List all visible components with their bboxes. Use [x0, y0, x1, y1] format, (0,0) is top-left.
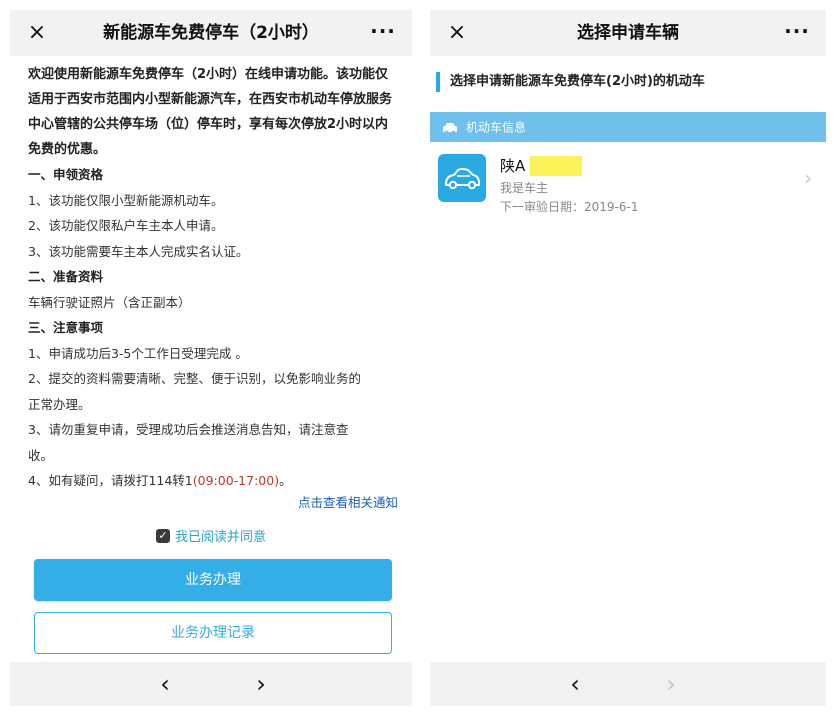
- intro-text: 欢迎使用新能源车免费停车（2小时）在线申请功能。该功能仅适用于西安市范围内小型新…: [28, 67, 393, 157]
- right-panel: × 选择申请车辆 ··· 选择申请新能源车免费停车(2小时)的机动车 机动车信息…: [430, 0, 826, 720]
- car-mini-icon: [443, 122, 457, 133]
- left-title-bar: × 新能源车免费停车（2小时） ···: [10, 10, 412, 56]
- hotline-text: 4、如有疑问，请拨打114转1: [28, 473, 193, 488]
- apply-button[interactable]: 业务办理: [34, 559, 392, 601]
- bottom-nav: ‹ ›: [430, 662, 826, 706]
- back-arrow-icon[interactable]: ‹: [560, 662, 590, 706]
- plate-redaction: [530, 156, 582, 176]
- plate-number: 陕A: [500, 157, 526, 175]
- list-item: 车辆行驶证照片（含正副本）: [28, 294, 191, 310]
- hotline-suffix: 。: [279, 473, 292, 488]
- hotline-item: 4、如有疑问，请拨打114转1(09:00-17:00)。: [28, 468, 398, 494]
- close-icon[interactable]: ×: [24, 20, 50, 46]
- page-title: 新能源车免费停车（2小时）: [103, 23, 319, 43]
- list-item: 3、请勿重复申请，受理成功后会推送消息告知，请注意查: [28, 422, 349, 437]
- list-item: 3、该功能需要车主本人完成实名认证。: [28, 243, 249, 259]
- right-title-bar: × 选择申请车辆 ···: [430, 10, 826, 56]
- list-item: 正常办理。: [28, 396, 91, 412]
- list-item: 1、该功能仅限小型新能源机动车。: [28, 192, 224, 208]
- section-heading: 三、注意事项: [28, 320, 104, 335]
- owner-label: 我是车主: [500, 181, 549, 195]
- list-item: 2、该功能仅限私户车主本人申请。: [28, 218, 224, 233]
- instructions: 欢迎使用新能源车免费停车（2小时）在线申请功能。该功能仅适用于西安市范围内小型新…: [28, 62, 398, 494]
- chevron-right-icon: ›: [804, 166, 812, 190]
- hotline-hours: (09:00-17:00): [192, 473, 280, 488]
- back-arrow-icon[interactable]: ‹: [150, 662, 180, 706]
- records-button[interactable]: 业务办理记录: [34, 612, 392, 654]
- section-title: 选择申请新能源车免费停车(2小时)的机动车: [436, 72, 705, 92]
- list-item: 2、提交的资料需要清晰、完整、便于识别，以免影响业务的: [28, 371, 361, 386]
- forward-arrow-icon: ›: [666, 670, 676, 698]
- more-icon[interactable]: ···: [368, 20, 398, 46]
- vehicle-info-label: 机动车信息: [466, 120, 527, 135]
- list-item: 收。: [28, 447, 54, 463]
- more-icon[interactable]: ···: [782, 20, 812, 46]
- agreement-row[interactable]: ✓ 我已阅读并同意: [10, 526, 412, 548]
- list-item: 1、申请成功后3-5个工作日受理完成 。: [28, 345, 248, 361]
- car-icon: [438, 154, 486, 202]
- forward-arrow-icon[interactable]: ›: [246, 662, 276, 706]
- section-heading: 二、准备资料: [28, 269, 104, 284]
- bottom-nav: ‹ ›: [10, 662, 412, 706]
- agreement-label[interactable]: 我已阅读并同意: [175, 530, 266, 545]
- screen: × 新能源车免费停车（2小时） ··· 欢迎使用新能源车免费停车（2小时）在线申…: [0, 0, 836, 720]
- vehicle-info-bar: 机动车信息: [430, 112, 826, 142]
- inspection-date: 下一审验日期：2019-6-1: [500, 200, 639, 214]
- section-heading: 一、申领资格: [28, 167, 104, 182]
- checkbox-checked-icon[interactable]: ✓: [155, 528, 170, 543]
- related-notice-link[interactable]: 点击查看相关通知: [298, 492, 398, 511]
- close-icon[interactable]: ×: [444, 20, 470, 46]
- left-panel: × 新能源车免费停车（2小时） ··· 欢迎使用新能源车免费停车（2小时）在线申…: [10, 0, 412, 720]
- page-title: 选择申请车辆: [577, 23, 679, 43]
- vehicle-list-item[interactable]: 陕A 我是车主 下一审验日期：2019-6-1 ›: [430, 146, 826, 216]
